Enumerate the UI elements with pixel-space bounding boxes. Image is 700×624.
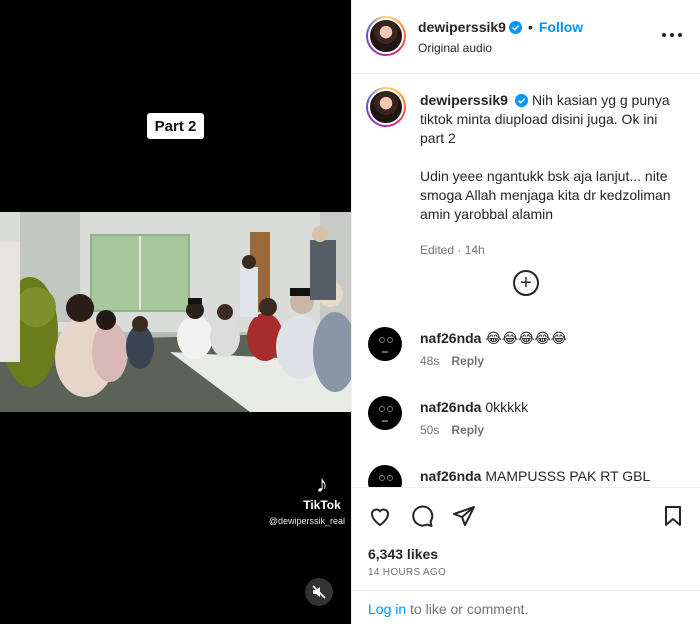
avatar[interactable]	[368, 396, 402, 430]
part-label: Part 2	[147, 113, 204, 139]
login-prompt: Log in to like or comment.	[352, 590, 700, 624]
caption-meta: Edited · 14h	[420, 243, 485, 257]
comment-text: 😂😂😂😂😂	[485, 330, 568, 346]
tiktok-logo-icon: ♪	[316, 471, 328, 498]
login-suffix-text: to like or comment.	[406, 601, 529, 617]
post-actions	[352, 487, 700, 544]
avatar[interactable]	[368, 327, 402, 361]
list-item: naf26nda MAMPUSSS PAK RT GBL	[366, 465, 691, 487]
post-header: dewiperssik9 • Follow Original audio	[352, 0, 700, 74]
avatar[interactable]	[366, 16, 406, 56]
heart-icon[interactable]	[368, 504, 392, 528]
speaker-muted-icon	[312, 585, 326, 599]
audio-label[interactable]: Original audio	[418, 41, 492, 55]
verified-badge-icon	[514, 94, 528, 107]
post-author-username[interactable]: dewiperssik9	[418, 19, 506, 35]
caption-username[interactable]: dewiperssik9	[420, 92, 508, 108]
list-item: naf26nda 0kkkkk 50s Reply	[366, 396, 691, 456]
reply-button[interactable]: Reply	[451, 423, 484, 437]
tiktok-watermark: ♪ TikTok	[296, 471, 348, 513]
post-timestamp[interactable]: 14 HOURS AGO	[368, 567, 446, 578]
reply-button[interactable]: Reply	[451, 354, 484, 368]
video-frame	[0, 212, 351, 412]
list-item: naf26nda 😂😂😂😂😂 48s Reply	[366, 327, 691, 387]
comment-time: 48s	[420, 354, 440, 368]
reel-video[interactable]: Part 2 ♪ TikTok @dewiperssik_real	[0, 0, 351, 624]
comment-username[interactable]: naf26nda	[420, 330, 481, 346]
tiktok-brand-text: TikTok	[303, 498, 341, 512]
comment-username[interactable]: naf26nda	[420, 468, 481, 484]
likes-count[interactable]: 6,343 likes	[368, 546, 438, 562]
follow-button[interactable]: Follow	[539, 19, 583, 35]
comment-text: MAMPUSSS PAK RT GBL	[485, 468, 651, 484]
load-more-comments-icon[interactable]: +	[513, 270, 539, 296]
comment-time: 50s	[420, 423, 440, 437]
login-link[interactable]: Log in	[368, 601, 406, 617]
bookmark-icon[interactable]	[661, 504, 685, 528]
tiktok-username: @dewiperssik_real	[268, 516, 345, 526]
comments-list: dewiperssik9 Nih kasian yg g punya tiktok…	[352, 75, 700, 487]
avatar[interactable]	[368, 465, 402, 487]
post-panel: dewiperssik9 • Follow Original audio dew…	[351, 0, 700, 624]
mute-button[interactable]	[305, 578, 333, 606]
comment-icon[interactable]	[410, 504, 434, 528]
comment-username[interactable]: naf26nda	[420, 399, 481, 415]
more-options-icon[interactable]	[662, 28, 682, 42]
caption-text-part2: Udin yeee ngantukk bsk aja lanjut... nit…	[420, 168, 671, 222]
verified-badge-icon	[508, 20, 522, 34]
share-icon[interactable]	[452, 504, 476, 528]
comment-text: 0kkkkk	[485, 399, 529, 415]
avatar[interactable]	[366, 87, 406, 127]
separator-dot: •	[527, 19, 533, 35]
